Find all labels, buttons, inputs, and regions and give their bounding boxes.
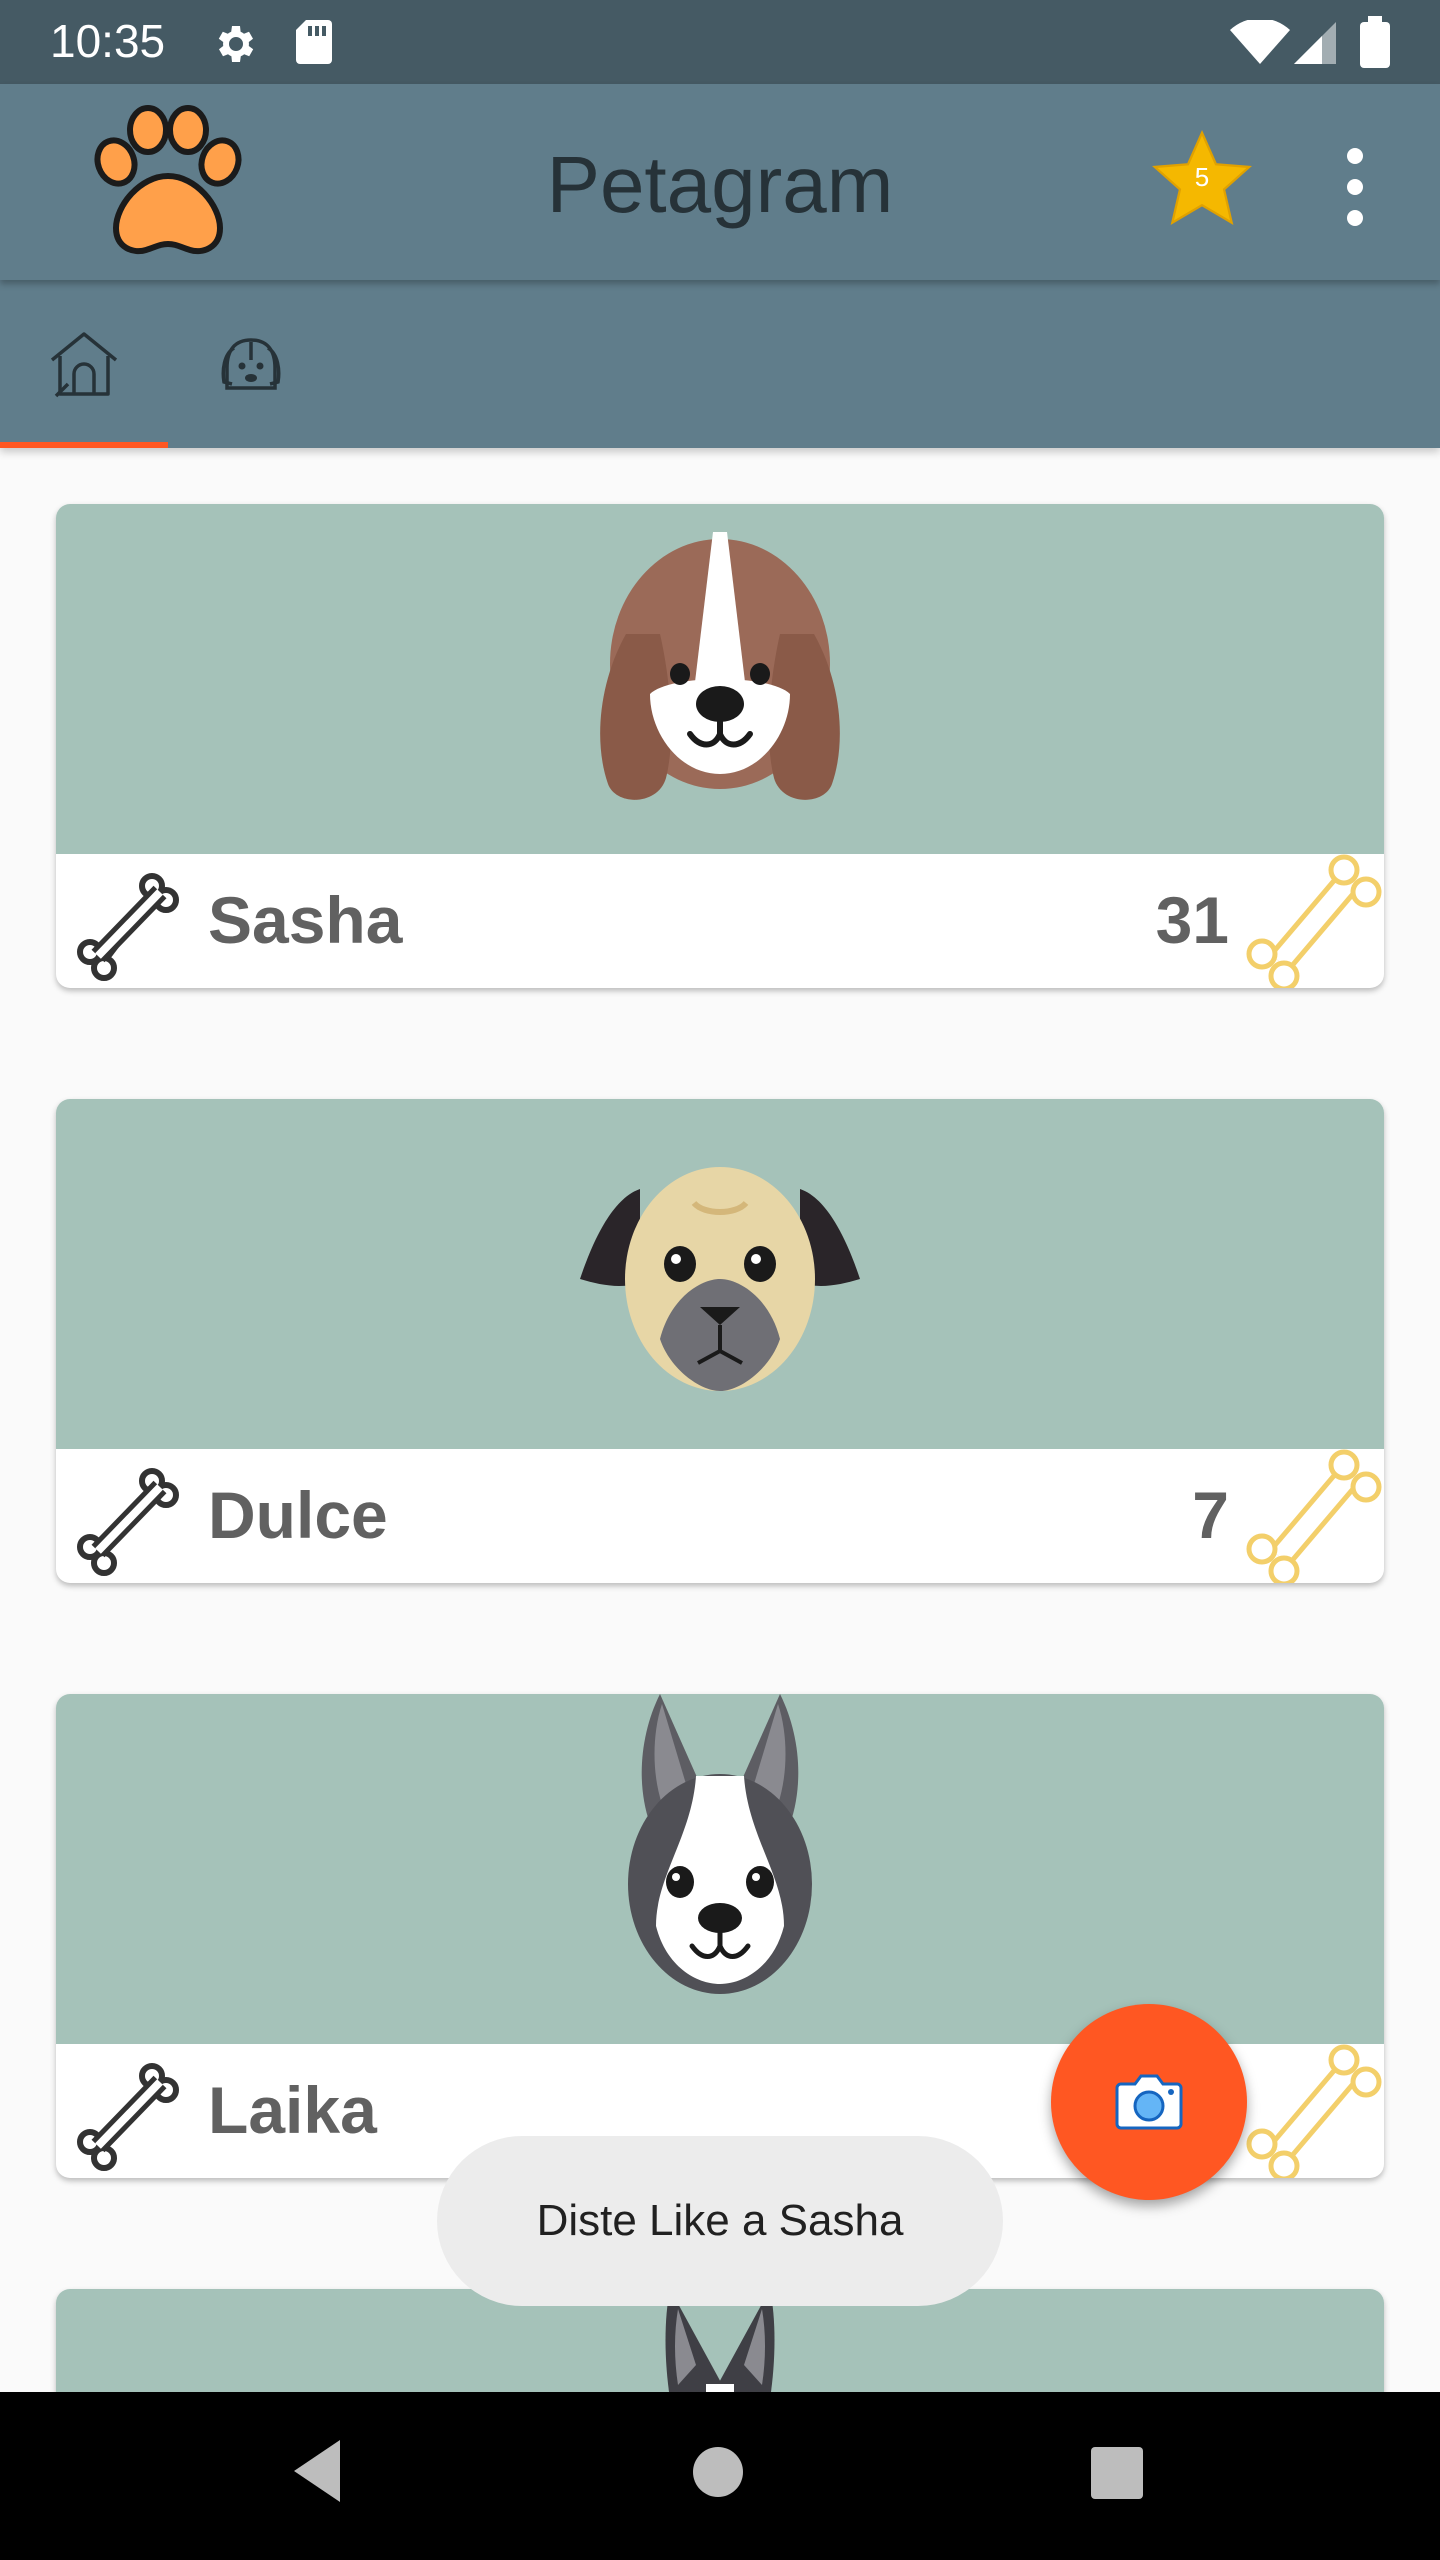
beagle-face-image [600, 532, 840, 800]
more-vert-icon [1347, 148, 1363, 226]
overflow-menu-button[interactable] [1330, 142, 1380, 232]
recents-icon[interactable] [1090, 2446, 1144, 2500]
pet-name: Dulce [208, 1478, 388, 1552]
favorites-button[interactable]: 5 [1148, 126, 1256, 234]
like-bone-icon[interactable] [1244, 2044, 1384, 2178]
tab-profile[interactable] [168, 280, 336, 448]
pet-likes-count: 31 [1155, 883, 1229, 957]
like-bone-icon[interactable] [1244, 1449, 1384, 1583]
back-icon[interactable] [288, 2436, 348, 2506]
battery-icon [1360, 16, 1390, 68]
gear-icon [218, 26, 254, 62]
boston-terrier-face-image [628, 1694, 812, 1994]
home-icon[interactable] [692, 2446, 744, 2498]
like-bone-icon[interactable] [1244, 854, 1384, 988]
pet-name: Sasha [208, 883, 403, 957]
pet-card[interactable]: Sasha 31 [56, 504, 1384, 988]
dog-face-icon [221, 338, 281, 390]
favorites-count: 5 [1194, 162, 1210, 192]
pet-likes-count: 7 [1192, 1478, 1229, 1552]
status-time: 10:35 [50, 15, 166, 67]
signal-icon [1294, 22, 1336, 64]
pet-photo [56, 504, 1384, 854]
pet-name: Laika [208, 2073, 377, 2147]
app-toolbar: Petagram 5 [0, 84, 1440, 280]
dog-ears-image [665, 2289, 775, 2404]
camera-fab[interactable] [1051, 2004, 1247, 2200]
wifi-icon [1230, 20, 1290, 64]
camera-icon [1115, 2074, 1183, 2130]
tab-indicator [0, 442, 168, 448]
sd-card-icon [296, 20, 332, 64]
pet-card[interactable]: Dulce 7 [56, 1099, 1384, 1583]
pet-photo [56, 1099, 1384, 1449]
navigation-bar [0, 2392, 1440, 2560]
tab-bar [0, 280, 1440, 448]
bone-rating-icon[interactable] [74, 872, 184, 982]
doghouse-icon [50, 332, 118, 398]
status-bar: 10:35 [0, 0, 1440, 84]
bone-rating-icon[interactable] [74, 2062, 184, 2172]
toast-message: Diste Like a Sasha [437, 2136, 1003, 2306]
tab-home[interactable] [0, 280, 168, 448]
pet-photo [56, 1694, 1384, 2044]
pug-face-image [580, 1167, 860, 1391]
bone-rating-icon[interactable] [74, 1467, 184, 1577]
